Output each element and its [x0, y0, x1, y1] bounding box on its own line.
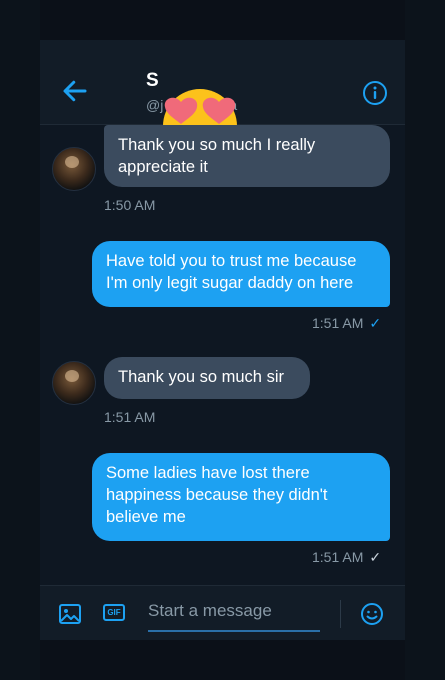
status-bar [40, 0, 405, 40]
message-timestamp: 1:50 AM [104, 197, 156, 213]
contact-avatar[interactable] [52, 147, 96, 191]
incoming-message-bubble[interactable]: Thank you so much I really appreciate it [104, 125, 390, 187]
conversation-header: S @ja [40, 40, 405, 163]
message-meta: 1:51 AM ✓ [312, 315, 381, 332]
back-arrow-icon[interactable] [60, 76, 90, 106]
contact-avatar[interactable] [52, 361, 96, 405]
message-timestamp: 1:51 AM [312, 549, 364, 565]
bottom-area [40, 640, 405, 680]
gif-icon[interactable]: GIF [103, 604, 125, 621]
info-icon[interactable] [362, 80, 388, 106]
dm-screen: S @ja Thank you so much I really appreci… [40, 0, 405, 680]
message-composer: GIF Start a message [40, 585, 405, 641]
outgoing-message-bubble[interactable]: Have told you to trust me because I'm on… [92, 241, 390, 307]
sent-check-icon: ✓ [369, 549, 382, 565]
message-list: Thank you so much I really appreciate it… [40, 125, 405, 585]
outgoing-message-bubble[interactable]: Some ladies have lost there happiness be… [92, 453, 390, 541]
emoji-icon[interactable] [360, 602, 384, 626]
message-input[interactable]: Start a message [148, 598, 320, 632]
message-timestamp: 1:51 AM [104, 409, 156, 425]
image-icon[interactable] [58, 602, 82, 626]
message-timestamp: 1:51 AM [312, 315, 364, 331]
incoming-message-bubble[interactable]: Thank you so much sir [104, 357, 310, 399]
composer-divider [340, 600, 341, 628]
sent-check-icon: ✓ [369, 315, 382, 331]
message-meta: 1:51 AM ✓ [312, 549, 381, 566]
